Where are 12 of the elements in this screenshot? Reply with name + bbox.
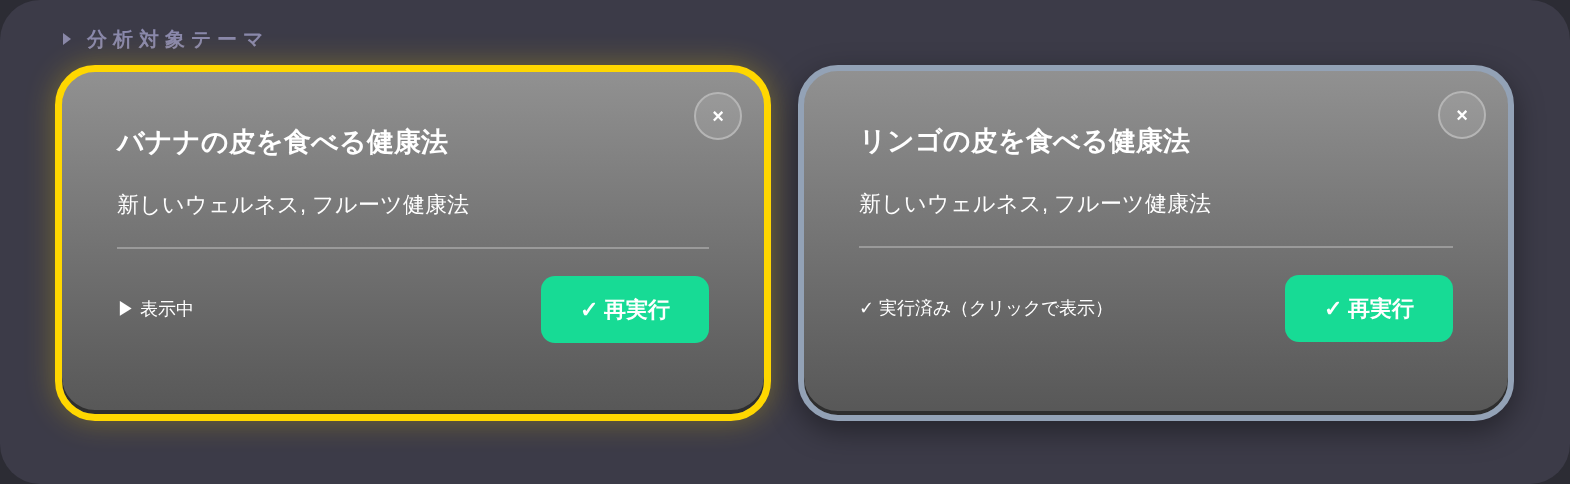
close-button[interactable]: ×: [694, 92, 742, 140]
card-title: リンゴの皮を食べる健康法: [859, 125, 1191, 158]
theme-card[interactable]: × リンゴの皮を食べる健康法 新しいウェルネス, フルーツ健康法 ✓ 実行済み（クリックで表示） ✓ 再実行: [798, 65, 1514, 421]
status-text[interactable]: ▶ 表示中: [117, 296, 194, 323]
section-title: 分析対象テーマ: [87, 27, 269, 52]
close-button[interactable]: ×: [1438, 91, 1486, 139]
card-title: バナナの皮を食べる健康法: [117, 126, 449, 159]
card-subtitle: 新しいウェルネス, フルーツ健康法: [117, 191, 471, 219]
status-text[interactable]: ✓ 実行済み（クリックで表示）: [859, 295, 1113, 322]
card-subtitle: 新しいウェルネス, フルーツ健康法: [859, 190, 1213, 218]
theme-card[interactable]: × バナナの皮を食べる健康法 新しいウェルネス, フルーツ健康法 ▶ 表示中 ✓ 再実行: [55, 65, 771, 421]
expand-icon[interactable]: [63, 33, 71, 45]
